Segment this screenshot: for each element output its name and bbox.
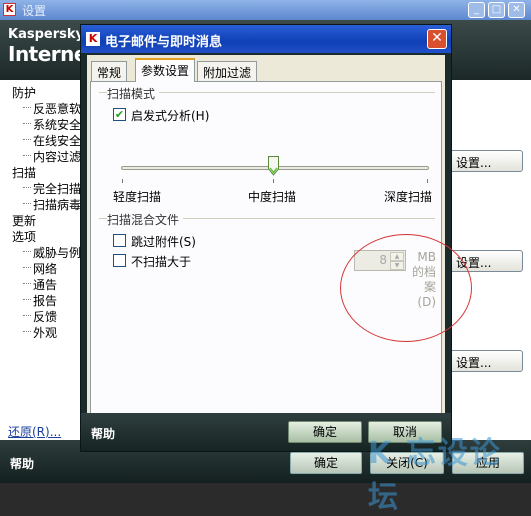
maximize-icon[interactable]: □ bbox=[488, 2, 505, 18]
dialog-title: 电子邮件与即时消息 bbox=[105, 35, 223, 50]
nav-options[interactable]: 选项 bbox=[12, 228, 36, 245]
skip-attachments-label[interactable]: 跳过附件(S) bbox=[131, 233, 196, 250]
dialog-help-button[interactable]: 帮助 bbox=[91, 425, 115, 442]
background-ok-button[interactable]: 确定 bbox=[290, 452, 362, 474]
background-title-bar: K 设置 _ □ ✕ bbox=[0, 0, 531, 20]
close-icon[interactable]: ✕ bbox=[508, 2, 525, 18]
nav-item-content-filter[interactable]: 内容过滤 bbox=[22, 148, 81, 165]
background-help-button[interactable]: 帮助 bbox=[10, 455, 34, 472]
slider-tick-light bbox=[122, 179, 123, 183]
tab-additional-filter[interactable]: 附加过滤 bbox=[197, 61, 258, 81]
no-scan-larger-checkbox[interactable] bbox=[113, 254, 126, 267]
background-window-title: 设置 bbox=[22, 4, 47, 18]
restore-link[interactable]: 还原(R)... bbox=[8, 423, 61, 440]
forum-watermark: K 忘设论坛 bbox=[368, 436, 502, 515]
slider-tick-medium bbox=[273, 179, 274, 183]
slider-label-light: 轻度扫描 bbox=[113, 190, 162, 204]
mail-im-settings-dialog: K 电子邮件与即时消息 ✕ 常规 参数设置 附加过滤 扫描模式 ✔ 启发式分析(… bbox=[80, 24, 472, 452]
slider-label-deep: 深度扫描 bbox=[384, 190, 433, 204]
dialog-ok-button[interactable]: 确定 bbox=[288, 421, 362, 443]
dialog-title-bar[interactable]: K 电子邮件与即时消息 ✕ bbox=[81, 25, 451, 53]
settings-button-1[interactable]: 设置... bbox=[449, 150, 523, 172]
nav-update[interactable]: 更新 bbox=[12, 212, 36, 229]
tab-settings[interactable]: 参数设置 bbox=[135, 58, 196, 82]
heuristic-label[interactable]: 启发式分析(H) bbox=[131, 107, 209, 124]
settings-tab-panel: 扫描模式 ✔ 启发式分析(H) 轻度扫描 中度扫描 深度扫描 扫描混合文件 跳过… bbox=[90, 81, 472, 414]
nav-item-network[interactable]: 网络 bbox=[22, 260, 57, 277]
settings-button-3[interactable]: 设置... bbox=[449, 350, 523, 372]
tab-general[interactable]: 常规 bbox=[91, 61, 128, 81]
slider-label-medium: 中度扫描 bbox=[248, 190, 297, 204]
no-scan-larger-label[interactable]: 不扫描大于 bbox=[131, 253, 191, 270]
brand-name: Kaspersky bbox=[8, 27, 84, 42]
nav-item-online-security[interactable]: 在线安全 bbox=[22, 132, 81, 149]
nav-item-system-security[interactable]: 系统安全 bbox=[22, 116, 81, 133]
skip-attachments-checkbox[interactable] bbox=[113, 234, 126, 247]
kaspersky-logo-icon: K bbox=[86, 32, 100, 46]
dialog-close-icon[interactable]: ✕ bbox=[427, 29, 447, 49]
slider-thumb-shape bbox=[268, 156, 279, 176]
slider-tick-deep bbox=[427, 179, 428, 183]
heuristic-checkbox[interactable]: ✔ bbox=[113, 108, 126, 121]
nav-item-notifications[interactable]: 通告 bbox=[22, 276, 57, 293]
scan-mode-group-label: 扫描模式 bbox=[107, 85, 160, 102]
nav-item-appearance[interactable]: 外观 bbox=[22, 324, 57, 341]
nav-item-feedback[interactable]: 反馈 bbox=[22, 308, 57, 325]
nav-item-threats-exclusions[interactable]: 威胁与例 bbox=[22, 244, 81, 261]
compound-group-label: 扫描混合文件 bbox=[107, 211, 184, 228]
kaspersky-logo-icon: K bbox=[3, 3, 16, 16]
nav-item-anti-malware[interactable]: 反恶意软 bbox=[22, 100, 81, 117]
nav-item-virus-scan[interactable]: 扫描病毒 bbox=[22, 196, 81, 213]
nav-item-reports[interactable]: 报告 bbox=[22, 292, 57, 309]
dialog-body: 常规 参数设置 附加过滤 扫描模式 ✔ 启发式分析(H) 轻度扫描 中度扫描 深… bbox=[87, 55, 472, 433]
nav-item-full-scan[interactable]: 完全扫描 bbox=[22, 180, 81, 197]
scan-level-slider-thumb[interactable] bbox=[268, 156, 279, 176]
annotation-red-circle bbox=[340, 234, 472, 342]
nav-protection[interactable]: 防护 bbox=[12, 84, 36, 101]
nav-scan[interactable]: 扫描 bbox=[12, 164, 36, 181]
minimize-icon[interactable]: _ bbox=[468, 2, 485, 18]
